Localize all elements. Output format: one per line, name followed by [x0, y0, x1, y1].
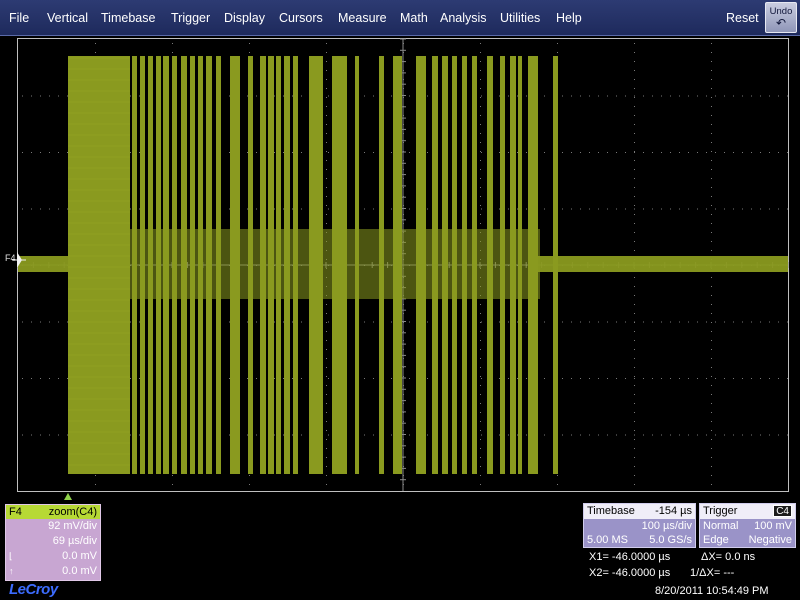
f4-name: F4	[9, 506, 22, 518]
timebase-delay: -154 µs	[655, 505, 692, 517]
cursor-dx-readout: ΔX= 0.0 ns	[701, 551, 756, 563]
undo-button[interactable]: Undo ↶	[765, 2, 797, 33]
menu-cursors[interactable]: Cursors	[279, 10, 323, 26]
f4-level-marker-icon: ⌊	[9, 551, 13, 561]
timebase-samples: 5.00 MS	[587, 534, 628, 546]
timebase-rate: 5.0 GS/s	[649, 534, 692, 546]
trigger-channel-badge: C4	[773, 505, 792, 517]
menu-utilities[interactable]: Utilities	[500, 10, 540, 26]
trace-label: F4	[5, 253, 16, 263]
menu-analysis[interactable]: Analysis	[440, 10, 487, 26]
f4-offset-marker-icon: ↑	[9, 566, 14, 576]
timebase-title: Timebase	[587, 505, 635, 517]
trigger-header: Trigger C4	[700, 504, 795, 519]
cursor-x2-readout: X2= -46.0000 µs	[589, 567, 671, 579]
menu-help[interactable]: Help	[556, 10, 582, 26]
cursor-x1-readout: X1= -46.0000 µs	[589, 551, 671, 563]
menu-math[interactable]: Math	[400, 10, 428, 26]
menu-bar: File Vertical Timebase Trigger Display C…	[0, 0, 800, 36]
f4-value-1: 0.0 mV	[62, 550, 97, 562]
undo-arrow-icon: ↶	[775, 16, 787, 30]
cursor-inv-dx-readout: 1/ΔX= ---	[690, 567, 735, 579]
menu-display[interactable]: Display	[224, 10, 265, 26]
menu-vertical[interactable]: Vertical	[47, 10, 88, 26]
trigger-type: Edge	[703, 534, 729, 546]
date-time: 8/20/2011 10:54:49 PM	[655, 585, 769, 597]
reset-button[interactable]: Reset	[726, 10, 759, 26]
trigger-mode: Normal	[703, 520, 739, 532]
f4-tdiv: 69 µs/div	[52, 535, 97, 547]
graticule[interactable]: F4	[0, 36, 800, 494]
trigger-position-marker	[64, 493, 72, 500]
timebase-header: Timebase -154 µs	[584, 504, 695, 519]
trigger-title: Trigger	[703, 505, 738, 517]
menu-trigger[interactable]: Trigger	[171, 10, 210, 26]
trigger-descriptor[interactable]: Trigger C4 Normal 100 mV Edge Negative	[699, 503, 796, 548]
f4-vdiv: 92 mV/div	[48, 520, 97, 532]
trigger-level: 100 mV	[754, 520, 792, 532]
f4-trace-descriptor[interactable]: F4 zoom(C4) 92 mV/div 69 µs/div ⌊ 0.0 mV…	[5, 504, 101, 581]
menu-measure[interactable]: Measure	[338, 10, 387, 26]
menu-file[interactable]: File	[9, 10, 29, 26]
f4-value-2: 0.0 mV	[62, 565, 97, 577]
timebase-descriptor[interactable]: Timebase -154 µs 100 µs/div 5.00 MS 5.0 …	[583, 503, 696, 548]
f4-source: zoom(C4)	[48, 506, 97, 518]
trigger-slope: Negative	[748, 534, 792, 546]
timebase-tdiv: 100 µs/div	[641, 520, 692, 532]
lecroy-logo: LeCroy	[9, 581, 58, 598]
menu-timebase[interactable]: Timebase	[101, 10, 155, 26]
f4-descriptor-header: F4 zoom(C4)	[6, 505, 100, 519]
